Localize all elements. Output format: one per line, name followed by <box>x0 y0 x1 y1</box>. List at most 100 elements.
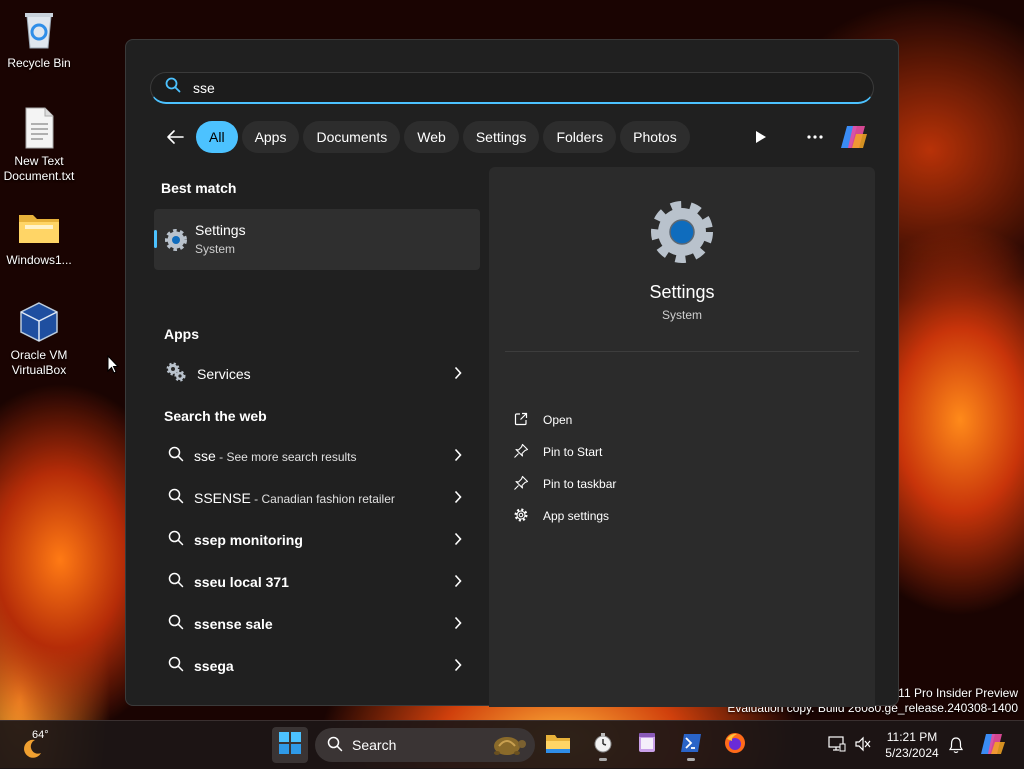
chevron-right-icon[interactable] <box>454 366 462 385</box>
clock-date: 5/23/2024 <box>885 746 939 760</box>
back-arrow-icon[interactable] <box>162 124 188 150</box>
action-label: Open <box>543 413 573 427</box>
gear-icon <box>513 507 529 526</box>
volume-muted-icon[interactable] <box>854 736 872 757</box>
web-result-query: ssep monitoring <box>194 532 303 548</box>
clock-app-icon <box>592 732 614 759</box>
preview-divider <box>505 351 859 352</box>
desktop-icon-folder[interactable]: Windows1... <box>1 205 77 268</box>
desktop-icon-label: Windows1... <box>6 253 72 267</box>
section-title-best-match: Best match <box>161 180 237 196</box>
pin-icon <box>513 443 529 462</box>
taskbar-search-label: Search <box>352 737 397 753</box>
services-icon <box>165 361 187 388</box>
folder-icon <box>17 205 61 249</box>
filter-chip-documents[interactable]: Documents <box>303 121 401 153</box>
action-label: Pin to Start <box>543 445 603 459</box>
action-open[interactable]: Open <box>513 410 572 430</box>
gear-icon <box>648 198 716 271</box>
desktop-icon-virtualbox[interactable]: Oracle VM VirtualBox <box>1 300 77 378</box>
taskbar-powershell[interactable] <box>673 727 709 763</box>
search-icon <box>168 446 184 467</box>
chevron-right-icon[interactable] <box>454 616 462 635</box>
search-icon <box>165 77 181 98</box>
windows-logo-icon <box>279 731 301 759</box>
start-button[interactable] <box>272 727 308 763</box>
selection-indicator <box>154 230 157 248</box>
filter-chip-folders[interactable]: Folders <box>543 121 617 153</box>
app-result-services[interactable]: Services <box>154 354 480 394</box>
pin-icon <box>513 475 529 494</box>
filter-bar: All Apps Documents Web Settings Folders … <box>162 121 694 153</box>
running-indicator <box>687 758 695 761</box>
notification-bell-icon[interactable] <box>948 736 964 759</box>
open-external-icon <box>513 411 529 430</box>
taskbar-clock-app[interactable] <box>585 727 621 763</box>
copilot-icon[interactable] <box>838 124 870 150</box>
clock-time: 11:21 PM <box>886 730 938 744</box>
chevron-right-icon[interactable] <box>454 658 462 677</box>
taskbar-file-explorer[interactable] <box>540 727 576 763</box>
watermark-line-1: 11 Pro Insider Preview <box>898 686 1018 700</box>
action-label: App settings <box>543 509 610 523</box>
search-panel: All Apps Documents Web Settings Folders … <box>125 39 899 707</box>
web-result-query: sse <box>194 448 216 464</box>
taskbar-notepad[interactable] <box>629 727 665 763</box>
taskbar-firefox[interactable] <box>717 727 753 763</box>
display-icon[interactable] <box>828 736 846 757</box>
filter-chip-settings[interactable]: Settings <box>462 121 540 153</box>
copilot-icon[interactable] <box>980 732 1006 761</box>
desktop-icon-label: New Text Document.txt <box>3 154 75 183</box>
web-result-description: - Canadian fashion retailer <box>250 492 395 506</box>
search-input[interactable] <box>191 78 795 97</box>
desktop-icon-recycle-bin[interactable]: Recycle Bin <box>1 8 77 71</box>
file-explorer-icon <box>545 732 571 759</box>
clock[interactable]: 11:21 PM 5/23/2024 <box>880 729 944 761</box>
action-pin-to-taskbar[interactable]: Pin to taskbar <box>513 474 616 494</box>
desktop-icon-text-document[interactable]: New Text Document.txt <box>1 106 77 184</box>
running-indicator <box>599 758 607 761</box>
weather-temp: 64° <box>32 729 49 741</box>
web-result-query: ssega <box>194 658 234 674</box>
search-box[interactable] <box>150 72 874 104</box>
turtle-highlight-icon <box>485 732 527 761</box>
web-result[interactable]: sse - See more search results <box>154 436 480 476</box>
filter-chip-web[interactable]: Web <box>404 121 459 153</box>
text-file-icon <box>17 106 61 150</box>
section-title-search-web: Search the web <box>164 408 267 424</box>
web-result-query: ssense sale <box>194 616 273 632</box>
chevron-right-icon[interactable] <box>454 532 462 551</box>
search-icon <box>168 614 184 635</box>
play-icon[interactable] <box>748 124 774 150</box>
action-app-settings[interactable]: App settings <box>513 506 609 526</box>
web-result[interactable]: ssep monitoring <box>154 520 480 560</box>
web-result[interactable]: ssense sale <box>154 604 480 644</box>
filter-chip-apps[interactable]: Apps <box>241 121 300 153</box>
taskbar-search-box[interactable]: Search <box>315 728 535 762</box>
chevron-right-icon[interactable] <box>454 574 462 593</box>
web-result-description: - See more search results <box>215 450 357 464</box>
section-title-apps: Apps <box>164 326 199 342</box>
web-result[interactable]: ssega <box>154 646 480 686</box>
search-icon <box>327 736 343 755</box>
chevron-right-icon[interactable] <box>454 490 462 509</box>
more-icon[interactable] <box>802 124 828 150</box>
search-icon <box>168 572 184 593</box>
filter-chip-all[interactable]: All <box>196 121 238 153</box>
web-result-query: SSENSE <box>194 490 251 506</box>
chevron-right-icon[interactable] <box>454 448 462 467</box>
app-result-label: Services <box>197 366 251 382</box>
weather-widget[interactable]: 64° <box>18 727 58 763</box>
gear-icon <box>164 228 188 257</box>
best-match-settings[interactable]: Settings System <box>154 209 480 270</box>
filter-chip-photos[interactable]: Photos <box>620 121 690 153</box>
notepad-icon <box>636 732 658 759</box>
search-icon <box>168 488 184 509</box>
web-result[interactable]: sseu local 371 <box>154 562 480 602</box>
action-pin-to-start[interactable]: Pin to Start <box>513 442 602 462</box>
preview-subtitle: System <box>661 308 702 322</box>
web-result[interactable]: SSENSE - Canadian fashion retailer <box>154 478 480 518</box>
taskbar: 64° Search 11:21 PM 5/23/2024 <box>0 720 1024 769</box>
best-match-subtitle: System <box>195 242 236 256</box>
search-icon <box>168 656 184 677</box>
